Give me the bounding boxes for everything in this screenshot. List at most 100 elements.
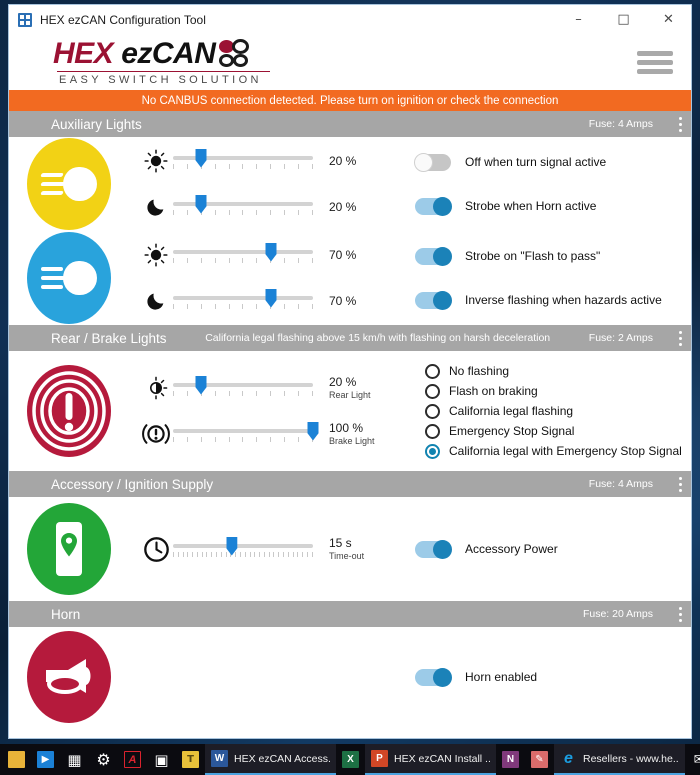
radio-emergency-stop-signal[interactable]: Emergency Stop Signal [425, 421, 691, 441]
radio-california-legal-flashing[interactable]: California legal flashing [425, 401, 691, 421]
canbus-alert-banner: No CANBUS connection detected. Please tu… [9, 90, 691, 111]
close-button[interactable]: ✕ [646, 5, 691, 35]
section-overflow-menu-icon[interactable] [669, 471, 691, 497]
logo: HEX ezCAN EASY SWITCH SOLUTION [53, 39, 637, 86]
taskbar-item-calculator[interactable]: ▣ [147, 744, 176, 775]
radio-label: California legal with Emergency Stop Sig… [449, 444, 682, 458]
toggle-label: Strobe when Horn active [465, 199, 597, 213]
brake-warning-icon [27, 365, 111, 457]
mail-icon: ✉ [693, 751, 700, 768]
window-title: HEX ezCAN Configuration Tool [40, 12, 206, 27]
taskbar-item-word-document[interactable]: W HEX ezCAN Access... [205, 744, 336, 775]
section-overflow-menu-icon[interactable] [669, 325, 691, 351]
slider-percent: 20 % [329, 199, 357, 214]
taskbar-item-adobe-acrobat[interactable]: A [118, 744, 147, 775]
edge-browser-icon: e [564, 749, 573, 767]
toggle-horn-enabled[interactable] [415, 667, 452, 687]
section-header-auxiliary-lights: Auxiliary Lights Fuse: 4 Amps [9, 111, 691, 137]
toggle-row-inverse-hazards: Inverse flashing when hazards active [415, 278, 691, 322]
app-icon [18, 12, 32, 27]
toggle-accessory-power[interactable] [415, 539, 452, 559]
radio-flash-on-braking[interactable]: Flash on braking [425, 381, 691, 401]
auxiliary-lights-row-2: 70 % 70 % Strobe on "Flash to pass" Inve… [9, 231, 691, 325]
radio-button-icon[interactable] [425, 363, 440, 379]
sticky-notes-icon: T [182, 751, 199, 768]
calculator-icon: ▣ [154, 750, 169, 769]
slider-percent: 100 % [329, 420, 364, 435]
high-beam-lamp-icon [27, 138, 111, 230]
brightness-slider-day-1[interactable] [173, 148, 313, 169]
toggle-label: Off when turn signal active [465, 155, 607, 169]
toggle-strobe-when-horn-active[interactable] [415, 196, 452, 216]
taskbar-item-mail[interactable]: ✉ [685, 744, 700, 775]
taskbar-item-onenote[interactable]: N [496, 744, 525, 775]
section-overflow-menu-icon[interactable] [669, 111, 691, 137]
accessory-sliders: 15 s Time-out [111, 526, 407, 572]
slider-sublabel: Brake Light [329, 435, 375, 446]
section-fuse-label: Fuse: 20 Amps [582, 608, 653, 620]
taskbar-item-sticky-notes[interactable]: T [176, 744, 205, 775]
auxiliary-sliders-2: 70 % 70 % [111, 232, 407, 324]
taskbar-item-edge-browser[interactable]: e Resellers - www.he... [554, 744, 685, 775]
media-player-icon: ▶ [37, 751, 54, 768]
minimize-button[interactable]: – [556, 5, 601, 35]
toggle-inverse-flashing-hazards[interactable] [415, 290, 452, 310]
brightness-slider-night-1[interactable] [173, 194, 313, 215]
rear-brake-sliders: 20 % Rear Light 100 % Brake Light [111, 365, 407, 457]
maximize-button[interactable]: □ [601, 5, 646, 35]
section-title: Accessory / Ignition Supply [51, 476, 214, 492]
brightness-slider-day-2[interactable] [173, 242, 313, 263]
section-fuse-label: Fuse: 4 Amps [588, 118, 653, 130]
slider-row-day-1: 20 % [139, 138, 407, 184]
section-fuse-label: Fuse: 4 Amps [588, 478, 653, 490]
slider-percent: 70 % [329, 293, 357, 308]
radio-button-icon[interactable] [425, 423, 440, 439]
slider-row-day-2: 70 % [139, 232, 407, 278]
taskbar-item-powerpoint[interactable]: P HEX ezCAN Install ... [365, 744, 496, 775]
radio-label: Flash on braking [449, 384, 538, 398]
rear-light-slider[interactable] [173, 375, 313, 396]
logo-tagline: EASY SWITCH SOLUTION [59, 74, 262, 86]
toggle-strobe-flash-to-pass[interactable] [415, 246, 452, 266]
auxiliary-lights-row-1: 20 % 20 % Off when turn signal active St… [9, 137, 691, 231]
windows-taskbar: ▶ ▦ ⚙ A ▣ T W HEX ezCAN Access... X P HE… [0, 744, 700, 775]
taskbar-item-media-player[interactable]: ▶ [31, 744, 60, 775]
brake-warn-icon [139, 422, 173, 446]
taskbar-item-explorer[interactable] [2, 744, 31, 775]
toggle-row-accessory-power: Accessory Power [415, 527, 691, 571]
settings-content: Auxiliary Lights Fuse: 4 Amps 20 % 20 % … [9, 111, 691, 738]
explorer-icon [8, 751, 25, 768]
settings-gear-icon: ⚙ [96, 750, 111, 769]
taskbar-item-settings[interactable]: ⚙ [89, 744, 118, 775]
excel-icon: X [342, 751, 359, 768]
radio-label: No flashing [449, 364, 510, 378]
section-header-rear-brake-lights: Rear / Brake Lights California legal fla… [9, 325, 691, 351]
radio-california-legal-with-emergency-stop-signal[interactable]: California legal with Emergency Stop Sig… [425, 441, 691, 461]
radio-button-icon[interactable] [425, 383, 440, 399]
brake-light-slider[interactable] [173, 421, 319, 442]
sun-icon [139, 149, 173, 173]
taskbar-item-excel[interactable]: X [336, 744, 365, 775]
hamburger-menu-icon[interactable] [637, 51, 673, 74]
logo-circles-icon [217, 39, 253, 69]
toggle-label: Accessory Power [465, 542, 558, 556]
radio-button-icon[interactable] [425, 403, 440, 419]
flashing-mode-radio-group: No flashing Flash on braking California … [407, 353, 691, 469]
radio-button-icon[interactable] [425, 443, 440, 459]
brightness-slider-night-2[interactable] [173, 288, 313, 309]
slider-sublabel: Time-out [329, 550, 365, 561]
timeout-slider[interactable] [173, 536, 313, 557]
rear-brake-lights-row: 20 % Rear Light 100 % Brake Light No fla… [9, 351, 691, 471]
toggle-row-horn-enabled: Horn enabled [415, 655, 691, 699]
radio-no-flashing[interactable]: No flashing [425, 361, 691, 381]
logo-ezcan-text: ezCAN [121, 37, 216, 70]
section-title: Auxiliary Lights [51, 116, 142, 132]
toggle-off-when-turn-signal-active[interactable] [414, 152, 451, 172]
taskbar-item-microsoft-store[interactable]: ▦ [60, 744, 89, 775]
radio-label: California legal flashing [449, 404, 574, 418]
auxiliary-toggles-2: Strobe on "Flash to pass" Inverse flashi… [407, 234, 691, 322]
horn-toggles: Horn enabled [407, 655, 691, 699]
taskbar-item-label: HEX ezCAN Install ... [394, 752, 490, 765]
taskbar-item-publisher[interactable]: ✎ [525, 744, 554, 775]
section-overflow-menu-icon[interactable] [669, 601, 691, 627]
